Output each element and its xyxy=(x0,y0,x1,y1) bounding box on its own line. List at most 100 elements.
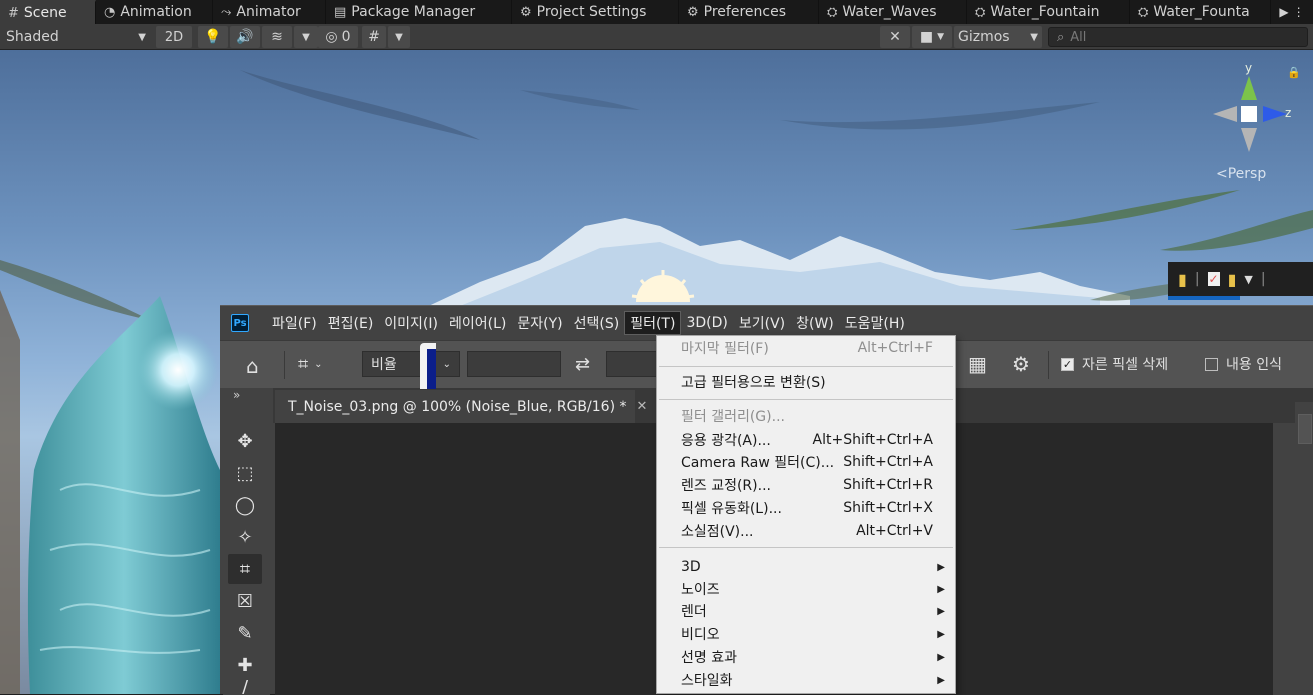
menu-window[interactable]: 창(W) xyxy=(791,312,839,334)
menu-filter[interactable]: 필터(T) xyxy=(624,311,682,335)
tab-water-fountain-2[interactable]: ⛭ Water_Founta xyxy=(1130,0,1271,24)
effects-dropdown-arrow[interactable]: ▼ xyxy=(294,26,318,48)
menu-edit[interactable]: 편집(E) xyxy=(323,312,379,334)
menu-item-stylize[interactable]: 스타일화 ▶ xyxy=(657,669,955,691)
marquee-tool-icon[interactable]: ⬚ xyxy=(228,458,262,488)
home-icon[interactable]: ⌂ xyxy=(246,353,259,379)
menu-layer[interactable]: 레이어(L) xyxy=(444,312,511,334)
toggle-2d-button[interactable]: 2D xyxy=(156,26,192,48)
healing-brush-tool-icon[interactable]: ✚ xyxy=(228,650,262,680)
overlay-grid-icon[interactable]: ▦ xyxy=(968,351,987,377)
z-axis-cone[interactable] xyxy=(1263,106,1287,122)
menu-item-vanishing-point[interactable]: 소실점(V)... Alt+Ctrl+V xyxy=(657,520,955,542)
tab-project-settings[interactable]: ⚙ Project Settings xyxy=(512,0,679,24)
delete-cropped-pixels-checkbox[interactable]: ✓ 자른 픽셀 삭제 xyxy=(1061,351,1168,377)
hidden-count: 0 xyxy=(341,29,351,45)
animation-clock-icon: ◔ xyxy=(104,4,116,20)
menu-item-3d[interactable]: 3D ▶ xyxy=(657,556,955,578)
tab-animation[interactable]: ◔ Animation xyxy=(96,0,213,24)
crop-icon: ⌗ xyxy=(298,353,309,375)
menu-item-noise[interactable]: 노이즈 ▶ xyxy=(657,578,955,600)
tab-scene[interactable]: # Scene xyxy=(0,0,96,24)
negative-y-axis-cone[interactable] xyxy=(1241,128,1257,152)
menu-item-last-filter[interactable]: 마지막 필터(F) Alt+Ctrl+F xyxy=(657,337,955,359)
checklist-icon[interactable]: ✓ xyxy=(1207,272,1220,286)
tab-water-waves[interactable]: ⛭ Water_Waves xyxy=(819,0,967,24)
menu-select[interactable]: 선택(S) xyxy=(569,312,625,334)
grid-snap-icon[interactable]: # xyxy=(362,26,386,48)
tools-panel: » ✥ ⬚ ◯ ✧ ⌗ ☒ ✎ ✚ / xyxy=(223,388,270,695)
menu-item-label: 렌더 xyxy=(681,604,707,620)
collapse-panel-icon[interactable]: » xyxy=(233,388,240,402)
document-image[interactable] xyxy=(420,343,436,389)
menu-item-render[interactable]: 렌더 ▶ xyxy=(657,600,955,622)
ratio-width-input[interactable] xyxy=(467,351,561,377)
tab-label: Preferences xyxy=(703,4,786,20)
menu-item-video[interactable]: 비디오 ▶ xyxy=(657,623,955,645)
menu-item-convert-smart-filters[interactable]: 고급 필터용으로 변환(S) xyxy=(657,371,955,393)
scene-search-input[interactable]: ⌕ All xyxy=(1048,27,1308,47)
menu-item-sharpen[interactable]: 선명 효과 ▶ xyxy=(657,646,955,668)
lasso-tool-icon[interactable]: ◯ xyxy=(228,490,262,520)
tab-overflow-controls[interactable]: ▶ ⋮ xyxy=(1271,0,1313,24)
water-fountain-object[interactable] xyxy=(0,50,240,694)
eyedropper-tool-icon[interactable]: ✎ xyxy=(228,618,262,648)
frame-tool-icon[interactable]: ☒ xyxy=(228,586,262,616)
gear-icon[interactable]: ⚙ xyxy=(1012,351,1030,377)
tab-water-fountain[interactable]: ⛭ Water_Fountain xyxy=(967,0,1130,24)
orientation-gizmo[interactable]: y z xyxy=(1205,60,1295,160)
menu-image[interactable]: 이미지(I) xyxy=(379,312,443,334)
chevron-down-icon: ▼ xyxy=(138,31,146,43)
swap-icon[interactable]: ⇄ xyxy=(575,351,590,377)
effects-layers-icon[interactable]: ≋ xyxy=(262,26,292,48)
menu-type[interactable]: 문자(Y) xyxy=(512,312,567,334)
camera-settings-dropdown[interactable]: ■ ▼ xyxy=(912,26,952,48)
submenu-arrow-icon: ▶ xyxy=(937,674,945,686)
center-cube[interactable] xyxy=(1241,106,1257,122)
tab-animator[interactable]: ⤳ Animator xyxy=(213,0,326,24)
grid-dropdown-arrow[interactable]: ▼ xyxy=(388,26,410,48)
crop-tool-preset-dropdown[interactable]: ⌗ ⌄ xyxy=(298,351,323,377)
menu-view[interactable]: 보기(V) xyxy=(734,312,790,334)
menu-item-lens-correction[interactable]: 렌즈 교정(R)... Shift+Ctrl+R xyxy=(657,474,955,496)
move-tool-icon[interactable]: ✥ xyxy=(228,426,262,456)
chevron-right-icon[interactable]: ▶ xyxy=(1279,5,1288,19)
document-tab[interactable]: T_Noise_03.png @ 100% (Noise_Blue, RGB/1… xyxy=(275,390,647,423)
menu-item-filter-gallery[interactable]: 필터 갤러리(G)... xyxy=(657,405,955,427)
tab-package-manager[interactable]: ▤ Package Manager xyxy=(326,0,512,24)
crop-tool-icon[interactable]: ⌗ xyxy=(228,554,262,584)
shading-mode-dropdown[interactable]: Shaded ▼ xyxy=(0,26,152,48)
menu-item-camera-raw-filter[interactable]: Camera Raw 필터(C)... Shift+Ctrl+A xyxy=(657,451,955,473)
lock-icon[interactable]: 🔒 xyxy=(1287,66,1301,79)
menu-item-adaptive-wide-angle[interactable]: 응용 광각(A)... Alt+Shift+Ctrl+A xyxy=(657,429,955,451)
dropdown-icon[interactable]: ▼ xyxy=(1244,273,1252,286)
gizmos-dropdown[interactable]: Gizmos ▼ xyxy=(954,26,1042,48)
menu-help[interactable]: 도움말(H) xyxy=(840,312,910,334)
menu-item-liquify[interactable]: 픽셀 유동화(L)... Shift+Ctrl+X xyxy=(657,497,955,519)
ratio-height-input[interactable] xyxy=(606,351,658,377)
folder-icon[interactable]: ▮ xyxy=(1178,270,1187,289)
vertical-scrollbar[interactable] xyxy=(1273,423,1295,695)
menu-item-label: 필터 갤러리(G)... xyxy=(681,409,785,425)
gear-icon: ⚙ xyxy=(687,4,699,20)
audio-toggle-icon[interactable]: 🔊 xyxy=(230,26,260,48)
projection-text: Persp xyxy=(1227,166,1267,182)
menu-file[interactable]: 파일(F) xyxy=(267,312,322,334)
magic-wand-tool-icon[interactable]: ✧ xyxy=(228,522,262,552)
close-icon[interactable]: ✕ xyxy=(636,399,647,414)
projection-label[interactable]: <Persp xyxy=(1216,166,1266,182)
menu-3d[interactable]: 3D(D) xyxy=(681,312,732,334)
tab-preferences[interactable]: ⚙ Preferences xyxy=(679,0,819,24)
folder-icon[interactable]: ▮ xyxy=(1228,270,1237,289)
tools-icon[interactable]: ✕ xyxy=(880,26,910,48)
panel-toggle-button[interactable] xyxy=(1298,414,1312,444)
y-axis-cone[interactable] xyxy=(1241,76,1257,100)
negative-x-axis-cone[interactable] xyxy=(1213,106,1237,122)
brush-tool-icon[interactable]: / xyxy=(228,680,262,694)
scene-visibility-toggle[interactable]: ◎ 0 xyxy=(318,26,358,48)
more-menu-icon[interactable]: ⋮ xyxy=(1293,5,1305,19)
lighting-toggle-icon[interactable]: 💡 xyxy=(198,26,228,48)
ratio-dropdown[interactable]: 비율 ⌄ xyxy=(362,351,460,377)
menu-item-shortcut: Alt+Shift+Ctrl+A xyxy=(812,432,933,448)
content-aware-checkbox[interactable]: 내용 인식 xyxy=(1205,351,1282,377)
